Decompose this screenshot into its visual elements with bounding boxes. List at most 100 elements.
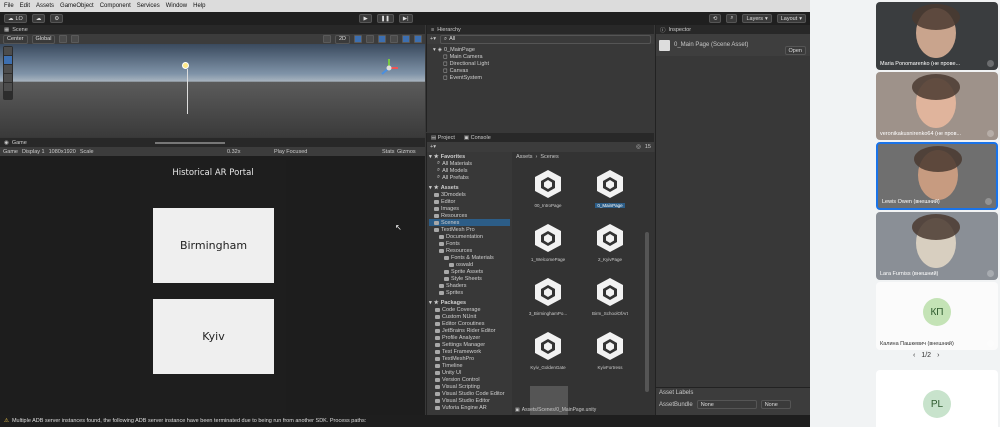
fx-icon[interactable] (378, 35, 386, 43)
package-item[interactable]: JetBrains Rider Editor (429, 327, 510, 334)
packages-header[interactable]: ▾ ★ Packages (429, 299, 510, 306)
scene-asset-item[interactable]: 3_BirminghamPo... (520, 276, 576, 334)
breadcrumb-item[interactable]: Assets (516, 154, 533, 160)
scene-asset-item[interactable]: 1_WelcomePage (520, 222, 576, 280)
assets-header[interactable]: ▾ ★ Assets (429, 184, 510, 191)
rect-tool-icon[interactable] (4, 83, 12, 91)
add-icon[interactable]: +▾ (430, 144, 436, 150)
scene-asset-item[interactable]: Birm_SchoolOfArt (582, 276, 638, 334)
folder-item[interactable]: 3Dmodels (429, 191, 510, 198)
birmingham-button[interactable]: Birmingham (153, 208, 274, 283)
tab-console[interactable]: ▣ Console (464, 135, 491, 141)
package-item[interactable]: Profile Analyzer (429, 334, 510, 341)
layout-dropdown[interactable]: Layout ▾ (776, 14, 807, 23)
tab-scene[interactable]: ▦ Scene (0, 25, 425, 34)
hierarchy-search-input[interactable]: ⌕ All (439, 34, 651, 44)
folder-item[interactable]: Style Sheets (429, 275, 510, 282)
gizmos-icon[interactable] (414, 35, 422, 43)
package-item[interactable]: Vuforia Engine AR (429, 404, 510, 411)
package-item[interactable]: Custom NUnit (429, 313, 510, 320)
package-item[interactable]: Editor Coroutines (429, 320, 510, 327)
cloud-button[interactable]: ☁ (31, 14, 46, 23)
directional-light-gizmo-icon[interactable] (182, 62, 189, 69)
display-dropdown[interactable]: Display 1 (22, 149, 45, 155)
hierarchy-item[interactable]: ◻ Main Camera (433, 53, 648, 60)
rotate-tool-icon[interactable] (4, 65, 12, 73)
package-item[interactable]: Settings Manager (429, 341, 510, 348)
pivot-dropdown[interactable]: Center (3, 34, 28, 44)
history-button[interactable]: ⟲ (708, 14, 722, 23)
folder-item[interactable]: Resources (429, 247, 510, 254)
play-button[interactable]: ▶ (359, 14, 372, 23)
package-item[interactable]: Unity UI (429, 369, 510, 376)
folder-item[interactable]: Fonts (429, 240, 510, 247)
favorites-item[interactable]: ⌕ All Prefabs (429, 174, 510, 181)
move-tool-icon[interactable] (4, 56, 12, 64)
menu-item-edit[interactable]: Edit (20, 3, 30, 9)
folder-item[interactable]: Images (429, 205, 510, 212)
hidden-icon[interactable] (390, 35, 398, 43)
chevron-right-icon[interactable]: › (937, 352, 939, 359)
package-item[interactable]: Test Framework (429, 348, 510, 355)
folder-item[interactable]: Scenes (429, 219, 510, 226)
collab-button[interactable]: ⚙ (50, 14, 64, 23)
package-item[interactable]: Visual Studio Code Editor (429, 390, 510, 397)
package-item[interactable]: TextMeshPro (429, 355, 510, 362)
folder-item[interactable]: oswald (429, 261, 510, 268)
menu-item-component[interactable]: Component (100, 3, 131, 9)
stats-toggle[interactable]: Stats (382, 149, 395, 155)
scene-asset-item[interactable]: 0_MainPage (582, 168, 638, 226)
game-mode-dropdown[interactable]: Game (3, 149, 18, 155)
orientation-gizmo-icon[interactable] (378, 57, 400, 79)
account-button[interactable]: ☁ LO (4, 14, 27, 23)
open-button[interactable]: Open (784, 46, 806, 55)
layers-dropdown[interactable]: Layers ▾ (742, 14, 772, 23)
scale-slider[interactable] (155, 142, 225, 144)
favorites-item[interactable]: ⌕ All Models (429, 167, 510, 174)
scene-asset-item[interactable]: Kyiv_GoldenGate (520, 330, 576, 388)
search-button[interactable]: ⌕ (726, 14, 738, 23)
status-message[interactable]: Multiple ADB server instances found, the… (12, 418, 366, 424)
shading-icon[interactable] (322, 35, 331, 43)
scene-asset-item[interactable]: 2_KyivPage (582, 222, 638, 280)
scene-asset-item[interactable]: 00_IntroPage (520, 168, 576, 226)
package-item[interactable]: Version Control (429, 376, 510, 383)
hierarchy-item[interactable]: ◻ Directional Light (433, 60, 648, 67)
add-icon[interactable]: +▾ (430, 36, 436, 42)
asset-bundle-dropdown[interactable]: None (696, 400, 757, 409)
package-item[interactable]: Visual Scripting (429, 383, 510, 390)
folder-item[interactable]: Resources (429, 212, 510, 219)
scale-tool-icon[interactable] (4, 74, 12, 82)
menu-item-window[interactable]: Window (166, 3, 187, 9)
grid-icon[interactable] (59, 35, 68, 43)
tab-inspector[interactable]: ⓘ Inspector (656, 25, 810, 34)
light-icon[interactable] (354, 35, 362, 43)
folder-item[interactable]: Fonts & Materials (429, 254, 510, 261)
scrollbar[interactable] (645, 232, 649, 392)
kyiv-button[interactable]: Kyiv (153, 299, 274, 374)
package-item[interactable]: Visual Studio Editor (429, 397, 510, 404)
folder-item[interactable]: Sprite Assets (429, 268, 510, 275)
menu-item-gameobject[interactable]: GameObject (60, 3, 94, 9)
hierarchy-root[interactable]: ▾ ◈ 0_MainPage (433, 46, 648, 53)
chevron-left-icon[interactable]: ‹ (913, 352, 915, 359)
audio-icon[interactable] (366, 35, 374, 43)
hierarchy-item[interactable]: ◻ Canvas (433, 67, 648, 74)
hierarchy-item[interactable]: ◻ EventSystem (433, 74, 648, 81)
folder-item[interactable]: TextMesh Pro (429, 226, 510, 233)
folder-item[interactable]: Shaders (429, 282, 510, 289)
folder-item[interactable]: Sprites (429, 289, 510, 296)
play-focused-dropdown[interactable]: Play Focused (274, 149, 307, 155)
tab-hierarchy[interactable]: ≡ Hierarchy (427, 25, 654, 34)
snap-icon[interactable] (71, 35, 80, 43)
tools-palette[interactable] (3, 46, 13, 100)
favorites-item[interactable]: ⌕ All Materials (429, 160, 510, 167)
scene-viewport[interactable] (0, 44, 425, 137)
pause-button[interactable]: ❚❚ (376, 14, 394, 23)
space-dropdown[interactable]: Global (31, 34, 56, 44)
folder-item[interactable]: Editor (429, 198, 510, 205)
favorites-header[interactable]: ▾ ★ Favorites (429, 153, 510, 160)
scene-asset-item[interactable]: KyivFortress (582, 330, 638, 388)
resolution-dropdown[interactable]: 1080x1920 (49, 149, 76, 155)
menu-item-file[interactable]: File (4, 3, 14, 9)
